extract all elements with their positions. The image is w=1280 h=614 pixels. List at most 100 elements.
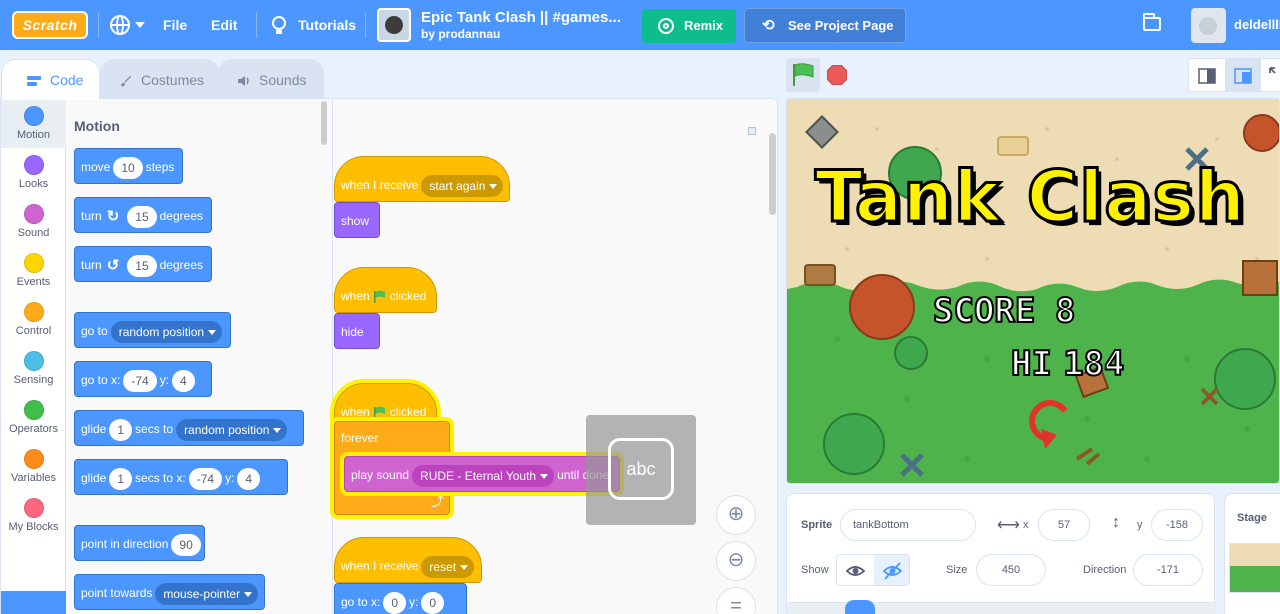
block-text: degrees [159,209,203,223]
see-project-label: See Project Page [788,18,894,33]
see-project-page-button[interactable]: ⟲ See Project Page [744,8,906,43]
category-variables[interactable]: Variables [1,442,66,491]
when-i-receive-hat[interactable]: when I receive reset [334,537,482,583]
language-caret-icon[interactable] [135,22,145,28]
zoom-in-button[interactable]: ⊕ [716,495,756,535]
block-text: secs to [135,422,174,436]
zoom-out-button[interactable]: ⊖ [716,541,756,581]
block-text: move [81,160,111,174]
category-label: Sensing [13,374,54,386]
category-sound[interactable]: Sound [1,197,66,246]
remix-button[interactable]: Remix [642,9,736,43]
show-label: Show [801,564,829,576]
category-my-blocks[interactable]: My Blocks [1,491,66,540]
go-to-dropdown[interactable]: random position [110,320,223,343]
normal-stage-button[interactable] [1225,59,1261,91]
play-sound-until-done-block[interactable]: play sound RUDE - Eternal Youth until done [344,456,620,492]
block-text: turn [81,209,102,223]
direction-input[interactable]: -171 [1133,554,1203,586]
point-towards-block[interactable]: point towards mouse-pointer [74,574,265,610]
point-towards-dropdown[interactable]: mouse-pointer [155,582,259,605]
secs-input[interactable]: 1 [109,467,133,490]
green-flag-icon [373,406,385,419]
message-dropdown[interactable]: reset [421,555,475,578]
tutorials-button[interactable]: Tutorials [298,0,356,50]
stage-thumbnail[interactable] [1229,543,1280,593]
normal-stage-icon [1234,68,1252,84]
category-label: Events [16,276,51,288]
edit-menu[interactable]: Edit [211,0,237,50]
show-sprite-button[interactable] [837,555,874,585]
turn-right-block[interactable]: turn ↻ 15 degrees [74,197,212,233]
script-workspace[interactable]: when I receive start again show when click… [334,99,777,614]
avatar[interactable] [1191,8,1226,43]
y-input[interactable]: 0 [421,591,445,614]
selected-sprite-thumb[interactable] [845,600,875,614]
go-to-xy-block[interactable]: go to x: -74 y: 4 [74,361,212,397]
workspace-scrollbar[interactable] [769,133,776,215]
y-input[interactable]: -158 [1151,509,1203,541]
scratch-logo[interactable]: Scratch [12,11,88,39]
degrees-input[interactable]: 15 [127,205,157,228]
y-arrows-icon: ↕ [1112,514,1120,531]
size-input[interactable]: 450 [976,554,1046,586]
glide-target-dropdown[interactable]: random position [176,418,288,441]
y-label: y [1137,519,1143,531]
file-menu[interactable]: File [163,0,187,50]
tab-code[interactable]: Code [1,59,100,100]
x-input[interactable]: -74 [188,467,223,490]
code-area: Motion Looks Sound Events Control Sensin… [0,98,778,614]
sprite-name-input[interactable]: tankBottom [840,509,976,541]
tab-sounds[interactable]: Sounds [218,59,324,99]
show-block[interactable]: show [334,202,380,238]
x-input[interactable]: -74 [123,369,157,392]
turn-left-block[interactable]: turn ↺ 15 degrees [74,246,212,282]
glide-to-block[interactable]: glide 1 secs to random position [74,410,304,446]
category-events[interactable]: Events [1,246,66,295]
go-to-block[interactable]: go to random position [74,312,231,348]
control-dot-icon [23,302,44,322]
extension-button[interactable] [1,591,66,614]
stage-canvas[interactable]: Tank Clash SCORE 8 HI 184 [786,98,1280,484]
message-dropdown[interactable]: start again [421,174,504,197]
stage-game-title: Tank Clash [814,156,1247,239]
when-i-receive-hat[interactable]: when I receive start again [334,156,510,202]
stop-button[interactable] [826,64,848,86]
category-operators[interactable]: Operators [1,393,66,442]
language-globe-icon[interactable] [110,15,130,35]
direction-input[interactable]: 90 [171,533,201,556]
my-stuff-folder-icon[interactable] [1143,13,1161,31]
category-motion[interactable]: Motion [1,99,66,148]
hide-block[interactable]: hide [334,313,380,349]
when-flag-clicked-hat[interactable]: when clicked [334,267,437,313]
move-steps-block[interactable]: move 10 steps [74,148,183,184]
category-label: Motion [16,129,51,141]
go-to-xy-block[interactable]: go to x: 0 y: 0 [334,583,467,614]
y-input[interactable]: 4 [237,467,261,490]
speaker-icon [238,76,249,86]
secs-input[interactable]: 1 [109,418,133,441]
hide-sprite-button[interactable] [874,555,909,585]
x-input[interactable]: 57 [1038,509,1090,541]
x-input[interactable]: 0 [383,591,407,614]
small-stage-button[interactable] [1189,59,1225,91]
category-sensing[interactable]: Sensing [1,344,66,393]
tab-costumes[interactable]: Costumes [100,59,219,99]
tutorials-bulb-icon[interactable] [272,16,286,34]
degrees-input[interactable]: 15 [127,254,157,277]
username[interactable]: deldelllll [1234,0,1280,50]
glide-xy-block[interactable]: glide 1 secs to x: -74 y: 4 [74,459,288,495]
category-looks[interactable]: Looks [1,148,66,197]
y-input[interactable]: 4 [172,369,195,392]
point-in-direction-block[interactable]: point in direction 90 [74,525,205,561]
fullscreen-button[interactable] [1261,59,1280,91]
green-flag-button[interactable] [786,58,820,92]
project-title: Epic Tank Clash || #games... [421,9,621,26]
category-control[interactable]: Control [1,295,66,344]
stage-selector-pane[interactable]: Stage [1224,493,1280,614]
sound-dropdown[interactable]: RUDE - Eternal Youth [412,464,555,487]
steps-input[interactable]: 10 [113,156,143,179]
palette-scrollbar[interactable] [321,101,327,145]
project-author[interactable]: by prodannau [421,27,500,41]
zoom-reset-button[interactable]: = [716,587,756,614]
